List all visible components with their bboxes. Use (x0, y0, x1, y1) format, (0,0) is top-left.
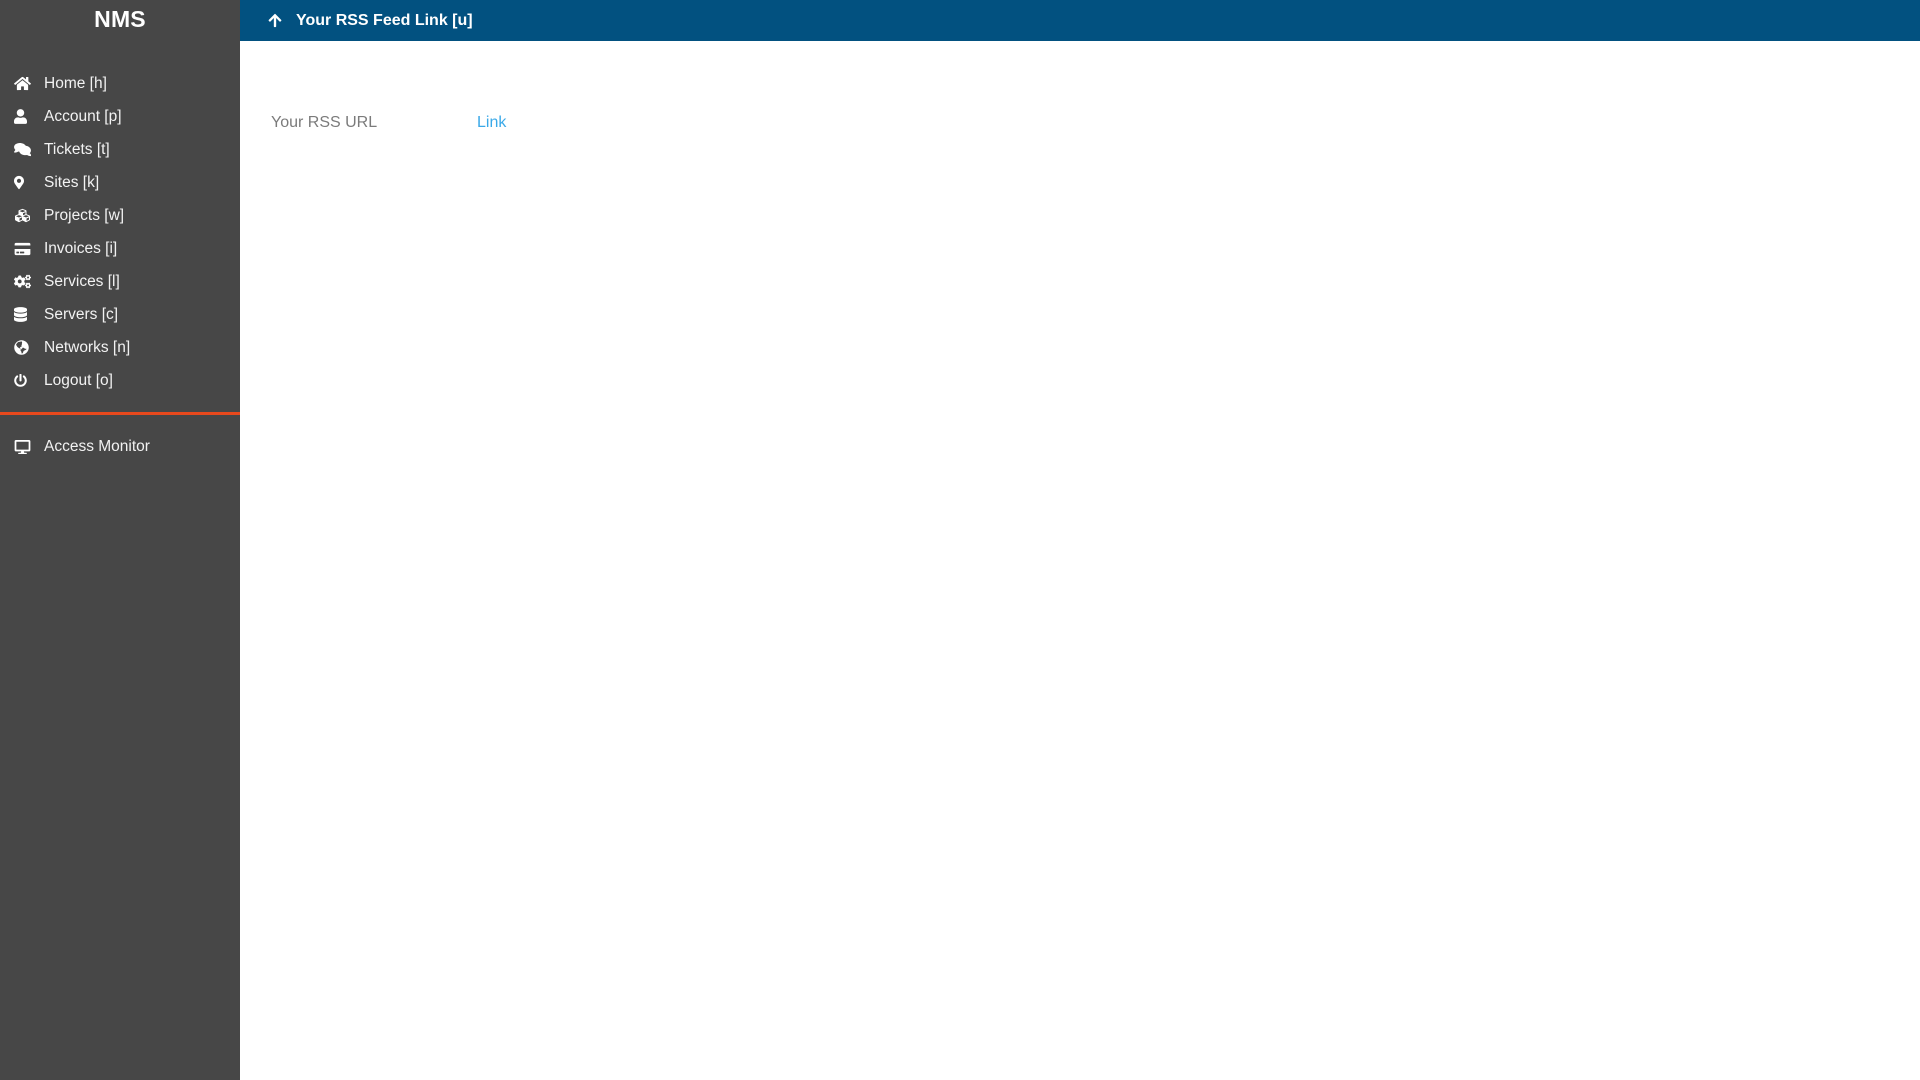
sidebar-item-services[interactable]: Services [l] (0, 265, 240, 298)
comments-icon (14, 142, 44, 157)
sidebar-nav-primary: Home [h] Account [p] Tickets [t] Sites [… (0, 67, 240, 397)
content-area: Your RSS URL Link (240, 41, 1920, 1080)
sidebar-item-label: Account [p] (44, 107, 122, 125)
rss-url-row: Your RSS URL Link (271, 114, 1920, 136)
sidebar-item-servers[interactable]: Servers [c] (0, 298, 240, 331)
sidebar-item-label: Services [l] (44, 272, 120, 290)
map-marker-icon (14, 175, 44, 190)
sidebar-item-label: Networks [n] (44, 338, 131, 356)
sidebar-item-label: Home [h] (44, 74, 107, 92)
page-title: Your RSS Feed Link [u] (296, 11, 473, 29)
globe-icon (14, 340, 44, 355)
sidebar-item-logout[interactable]: Logout [o] (0, 364, 240, 397)
sidebar: NMS Home [h] Account [p] Tickets [t] Sit… (0, 0, 240, 1080)
sidebar-item-label: Tickets [t] (44, 140, 110, 158)
sidebar-item-access-monitor[interactable]: Access Monitor (0, 430, 240, 463)
sidebar-item-label: Sites [k] (44, 173, 100, 191)
sidebar-item-label: Invoices [i] (44, 239, 118, 257)
sidebar-item-projects[interactable]: Projects [w] (0, 199, 240, 232)
sidebar-nav-secondary: Access Monitor (0, 430, 240, 463)
sidebar-item-label: Access Monitor (44, 437, 150, 455)
desktop-icon (14, 439, 44, 454)
page-header: Your RSS Feed Link [u] (240, 0, 1920, 41)
sidebar-item-label: Logout [o] (44, 371, 113, 389)
app-root: NMS Home [h] Account [p] Tickets [t] Sit… (0, 0, 1920, 1080)
cogs-icon (14, 274, 44, 289)
user-icon (14, 109, 44, 124)
sidebar-item-tickets[interactable]: Tickets [t] (0, 133, 240, 166)
database-icon (14, 307, 44, 322)
brand-logo[interactable]: NMS (0, 0, 240, 41)
rss-url-label: Your RSS URL (271, 114, 378, 131)
sidebar-item-label: Projects [w] (44, 206, 125, 224)
sidebar-item-networks[interactable]: Networks [n] (0, 331, 240, 364)
sidebar-item-sites[interactable]: Sites [k] (0, 166, 240, 199)
sidebar-item-invoices[interactable]: Invoices [i] (0, 232, 240, 265)
sidebar-item-account[interactable]: Account [p] (0, 100, 240, 133)
sidebar-separator (0, 412, 240, 415)
power-icon (14, 373, 44, 388)
sidebar-item-home[interactable]: Home [h] (0, 67, 240, 100)
arrow-up-icon (268, 13, 288, 28)
brand-title: NMS (94, 6, 146, 32)
cubes-icon (14, 208, 44, 223)
home-icon (14, 76, 44, 91)
main-area: Your RSS Feed Link [u] Your RSS URL Link (240, 0, 1920, 1080)
sidebar-item-label: Servers [c] (44, 305, 119, 323)
rss-url-link[interactable]: Link (477, 114, 506, 132)
credit-card-icon (14, 242, 44, 256)
